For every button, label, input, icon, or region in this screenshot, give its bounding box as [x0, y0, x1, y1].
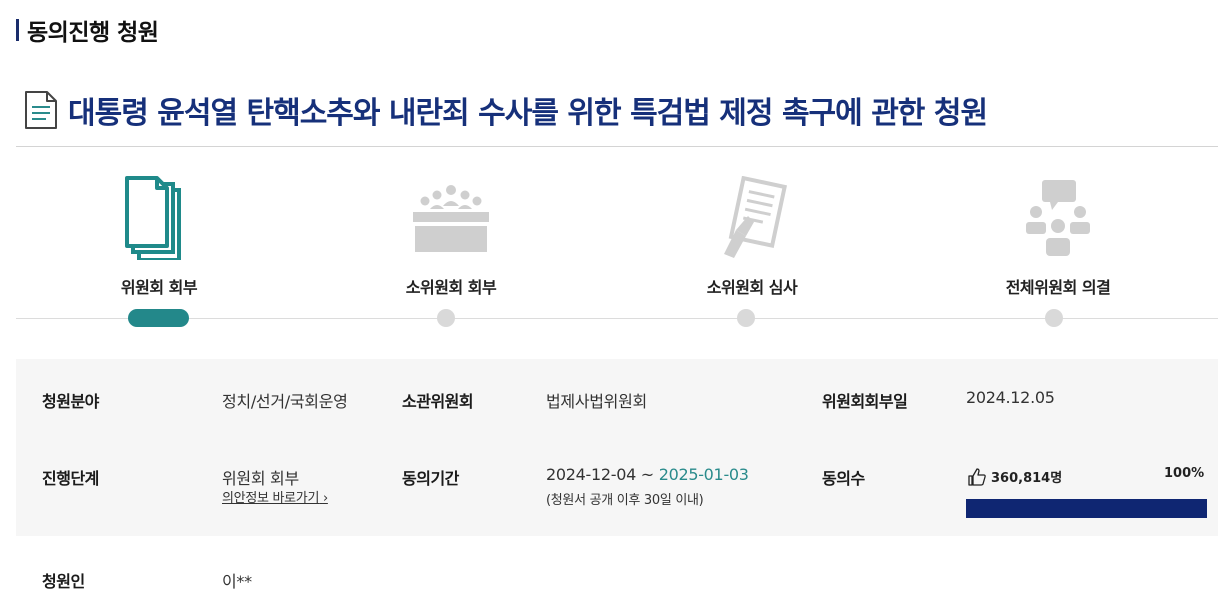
field-label: 청원분야	[42, 392, 99, 411]
step-label: 소위원회 회부	[405, 278, 497, 297]
agree-progress-fill	[966, 499, 1207, 518]
agree-progress-bar	[966, 499, 1207, 518]
petition-title: 대통령 윤석열 탄핵소추와 내란죄 수사를 위한 특검법 제정 촉구에 관한 청…	[68, 96, 988, 131]
step-label: 전체위원회 의결	[1005, 278, 1111, 297]
title-divider	[16, 146, 1218, 147]
petitioner-value: 이**	[222, 572, 252, 591]
petitioner-label: 청원인	[42, 572, 85, 591]
documents-icon	[125, 176, 181, 260]
bill-info-link[interactable]: 의안정보 바로가기 ›	[222, 487, 328, 506]
period-start: 2024-12-04	[546, 465, 636, 484]
step-marker	[737, 309, 755, 327]
petition-heading: 대통령 윤석열 탄핵소추와 내란죄 수사를 위한 특검법 제정 촉구에 관한 청…	[24, 88, 988, 132]
step-full-committee-resolution: 전체위원회 의결	[948, 176, 1168, 298]
committee-value: 법제사법위원회	[546, 392, 647, 411]
period-value: 2024-12-04 ~ 2025-01-03	[546, 465, 749, 484]
period-separator: ~	[636, 465, 659, 484]
committee-label: 소관위원회	[402, 392, 474, 411]
referral-date-label: 위원회회부일	[822, 392, 908, 411]
step-marker-active	[128, 309, 189, 327]
stage-label: 진행단계	[42, 469, 99, 488]
step-marker	[437, 309, 455, 327]
discussion-icon	[1026, 180, 1090, 256]
step-subcommittee-review: 소위원회 심사	[642, 176, 862, 298]
agree-count: 360,814명	[968, 467, 1062, 486]
agree-count-value: 360,814명	[991, 471, 1063, 486]
section-header: 동의진행 청원	[16, 14, 159, 46]
document-icon	[25, 91, 57, 129]
agree-percent: 100%	[1164, 466, 1205, 481]
step-label: 소위원회 심사	[706, 278, 798, 297]
step-marker	[1045, 309, 1063, 327]
section-title: 동의진행 청원	[27, 20, 159, 46]
step-label: 위원회 회부	[120, 278, 198, 297]
section-accent-bar	[16, 19, 19, 41]
progress-track-line	[16, 318, 1218, 319]
agree-count-label: 동의수	[822, 469, 865, 488]
petition-info-panel: 청원분야 정치/선거/국회운영 소관위원회 법제사법위원회 위원회회부일 202…	[16, 359, 1218, 536]
step-committee-referral: 위원회 회부	[49, 176, 269, 298]
period-label: 동의기간	[402, 469, 459, 488]
referral-date-value: 2024.12.05	[966, 388, 1055, 407]
thumbs-up-icon	[968, 467, 986, 486]
stage-value: 위원회 회부	[222, 469, 299, 488]
period-end: 2025-01-03	[658, 465, 749, 484]
step-subcommittee-referral: 소위원회 회부	[341, 176, 561, 298]
field-value: 정치/선거/국회운영	[222, 392, 348, 411]
chevron-right-icon: ›	[322, 491, 328, 506]
meeting-icon	[413, 185, 489, 252]
review-icon	[724, 176, 788, 258]
period-note: (청원서 공개 이후 30일 이내)	[546, 493, 704, 508]
